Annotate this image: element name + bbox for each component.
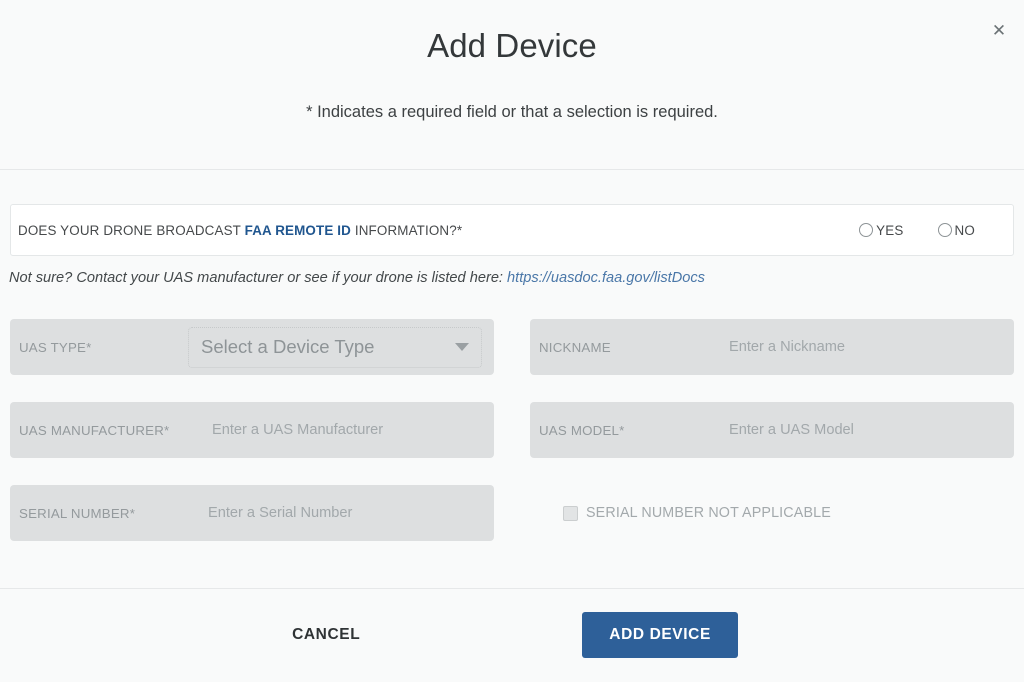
device-form-fields: UAS TYPE* Select a Device Type NICKNAME …	[0, 319, 1024, 568]
radio-circle-no-icon[interactable]	[937, 223, 952, 237]
radio-option-no[interactable]: NO	[937, 222, 976, 238]
field-label-uas-model: UAS MODEL*	[539, 422, 625, 438]
remote-id-radio-group: YES NO	[859, 223, 1003, 238]
chevron-down-icon[interactable]	[455, 343, 469, 351]
field-serial-not-applicable: SERIAL NUMBER NOT APPLICABLE	[530, 485, 1014, 541]
modal-footer: CANCEL ADD DEVICE	[0, 588, 1024, 682]
required-field-note: * Indicates a required field or that a s…	[306, 103, 718, 121]
uasdoc-listdocs-link[interactable]: https://uasdoc.faa.gov/listDocs	[507, 270, 705, 286]
field-uas-manufacturer[interactable]: UAS MANUFACTURER* Enter a UAS Manufactur…	[10, 402, 494, 458]
field-label-serial-number: SERIAL NUMBER*	[19, 505, 136, 521]
uas-type-select[interactable]: Select a Device Type	[188, 326, 482, 368]
field-label-uas-manufacturer: UAS MANUFACTURER*	[19, 422, 170, 438]
remote-id-question-row: DOES YOUR DRONE BROADCAST FAA REMOTE ID …	[10, 204, 1014, 256]
faa-remote-id-link[interactable]: FAA REMOTE ID	[245, 223, 351, 238]
remote-id-help-text: Not sure? Contact your UAS manufacturer …	[9, 270, 705, 286]
add-device-button[interactable]: ADD DEVICE	[582, 612, 738, 658]
form-row-type-nickname: UAS TYPE* Select a Device Type NICKNAME …	[0, 319, 1024, 375]
serial-not-applicable-label: SERIAL NUMBER NOT APPLICABLE	[586, 505, 831, 521]
radio-circle-yes-icon[interactable]	[859, 223, 874, 237]
serial-number-input[interactable]: Enter a Serial Number	[190, 505, 352, 521]
serial-not-applicable-checkbox-wrap[interactable]: SERIAL NUMBER NOT APPLICABLE	[539, 505, 831, 521]
checkbox-icon[interactable]	[563, 505, 578, 521]
field-uas-type[interactable]: UAS TYPE* Select a Device Type	[10, 319, 494, 375]
remote-id-question-prefix: DOES YOUR DRONE BROADCAST	[18, 222, 245, 238]
divider-top	[0, 169, 1024, 170]
add-device-modal: ✕ Add Device * Indicates a required fiel…	[0, 0, 1024, 682]
page-title: Add Device	[427, 27, 597, 64]
cancel-button[interactable]: CANCEL	[286, 616, 366, 654]
uas-manufacturer-input[interactable]: Enter a UAS Manufacturer	[194, 422, 383, 438]
remote-id-help-prefix: Not sure? Contact your UAS manufacturer …	[9, 270, 508, 286]
remote-id-question-label: DOES YOUR DRONE BROADCAST FAA REMOTE ID …	[18, 223, 462, 238]
nickname-input[interactable]: Enter a Nickname	[711, 339, 845, 355]
uas-model-input[interactable]: Enter a UAS Model	[711, 422, 854, 438]
field-label-uas-type: UAS TYPE*	[19, 339, 92, 355]
uas-type-select-value: Select a Device Type	[201, 336, 375, 357]
radio-label-no: NO	[954, 222, 975, 238]
remote-id-question-suffix: INFORMATION?*	[350, 222, 463, 238]
form-row-serial: SERIAL NUMBER* Enter a Serial Number SER…	[0, 485, 1024, 541]
field-nickname[interactable]: NICKNAME Enter a Nickname	[530, 319, 1014, 375]
close-icon[interactable]: ✕	[986, 17, 1012, 43]
form-row-manufacturer-model: UAS MANUFACTURER* Enter a UAS Manufactur…	[0, 402, 1024, 458]
field-serial-number[interactable]: SERIAL NUMBER* Enter a Serial Number	[10, 485, 494, 541]
field-uas-model[interactable]: UAS MODEL* Enter a UAS Model	[530, 402, 1014, 458]
radio-label-yes: YES	[876, 222, 904, 238]
radio-option-yes[interactable]: YES	[859, 223, 903, 238]
field-label-nickname: NICKNAME	[539, 339, 611, 355]
